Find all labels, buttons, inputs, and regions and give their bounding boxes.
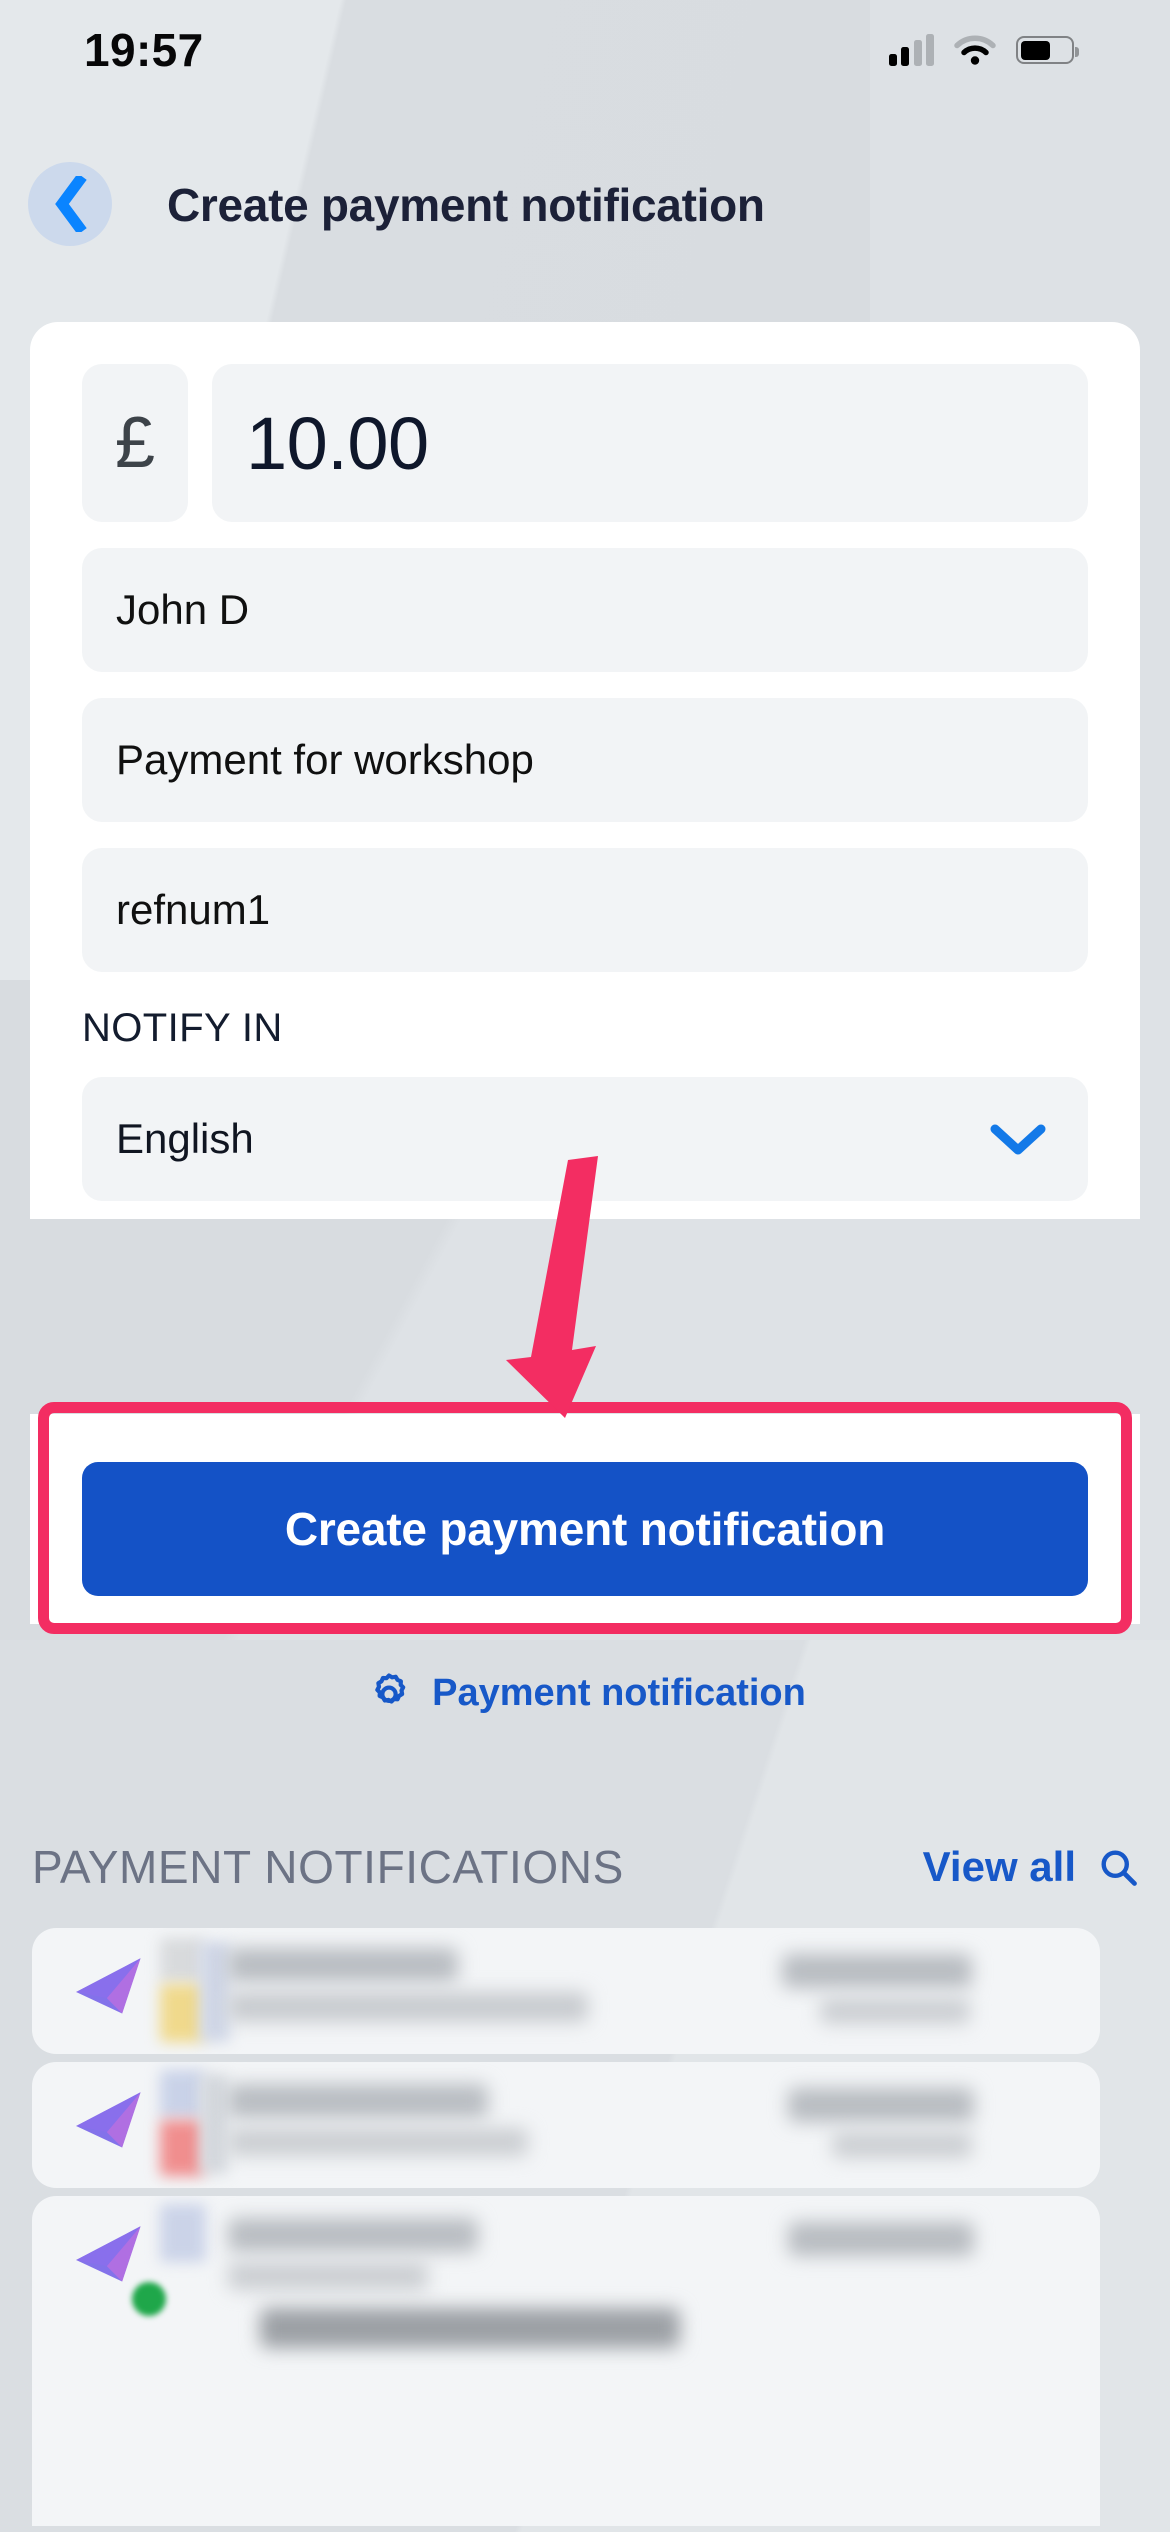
section-title: PAYMENT NOTIFICATIONS <box>32 1841 624 1893</box>
gear-icon <box>375 1673 406 1704</box>
language-select[interactable]: English <box>82 1077 1088 1201</box>
payment-notification-link-label: Payment notification <box>432 1671 806 1714</box>
status-dot <box>132 2282 166 2316</box>
view-all-action[interactable]: View all <box>923 1843 1140 1891</box>
chevron-down-icon <box>990 1124 1046 1155</box>
wifi-icon <box>954 35 996 65</box>
view-all-label: View all <box>922 1843 1076 1890</box>
page-title: Create payment notification <box>167 179 765 231</box>
language-select-value: English <box>116 1115 254 1162</box>
currency-selector[interactable]: £ <box>82 364 188 522</box>
paper-plane-icon <box>76 1958 141 2014</box>
notify-in-label: NOTIFY IN <box>82 1006 283 1050</box>
amount-row: £ 10.00 <box>82 364 1088 522</box>
navigation-bar: Create payment notification <box>0 162 1170 272</box>
payment-notification-settings-link[interactable]: Payment notification <box>0 1668 1170 1718</box>
list-item[interactable] <box>32 2062 1100 2188</box>
chevron-left-icon <box>55 176 87 232</box>
payment-notifications-section-header: PAYMENT NOTIFICATIONS View all <box>0 1840 1170 1894</box>
reference-input[interactable]: refnum1 <box>82 848 1088 972</box>
create-payment-notification-button[interactable]: Create payment notification <box>82 1462 1088 1596</box>
amount-input[interactable]: 10.00 <box>212 364 1088 522</box>
app-screen: 19:57 Create payment notification £ 10.0… <box>0 0 1170 2532</box>
cellular-signal-icon <box>888 34 934 66</box>
back-button[interactable] <box>28 162 112 246</box>
list-item[interactable] <box>32 2196 1100 2526</box>
paper-plane-icon <box>76 2092 141 2148</box>
battery-icon <box>1016 36 1079 64</box>
list-item[interactable] <box>32 1928 1100 2054</box>
create-payment-form-card: £ 10.00 John D Payment for workshop refn… <box>30 322 1140 1219</box>
description-input[interactable]: Payment for workshop <box>82 698 1088 822</box>
status-bar-time: 19:57 <box>84 24 204 76</box>
payer-name-input[interactable]: John D <box>82 548 1088 672</box>
status-bar: 19:57 <box>0 0 1170 100</box>
search-icon[interactable] <box>1096 1845 1140 1889</box>
